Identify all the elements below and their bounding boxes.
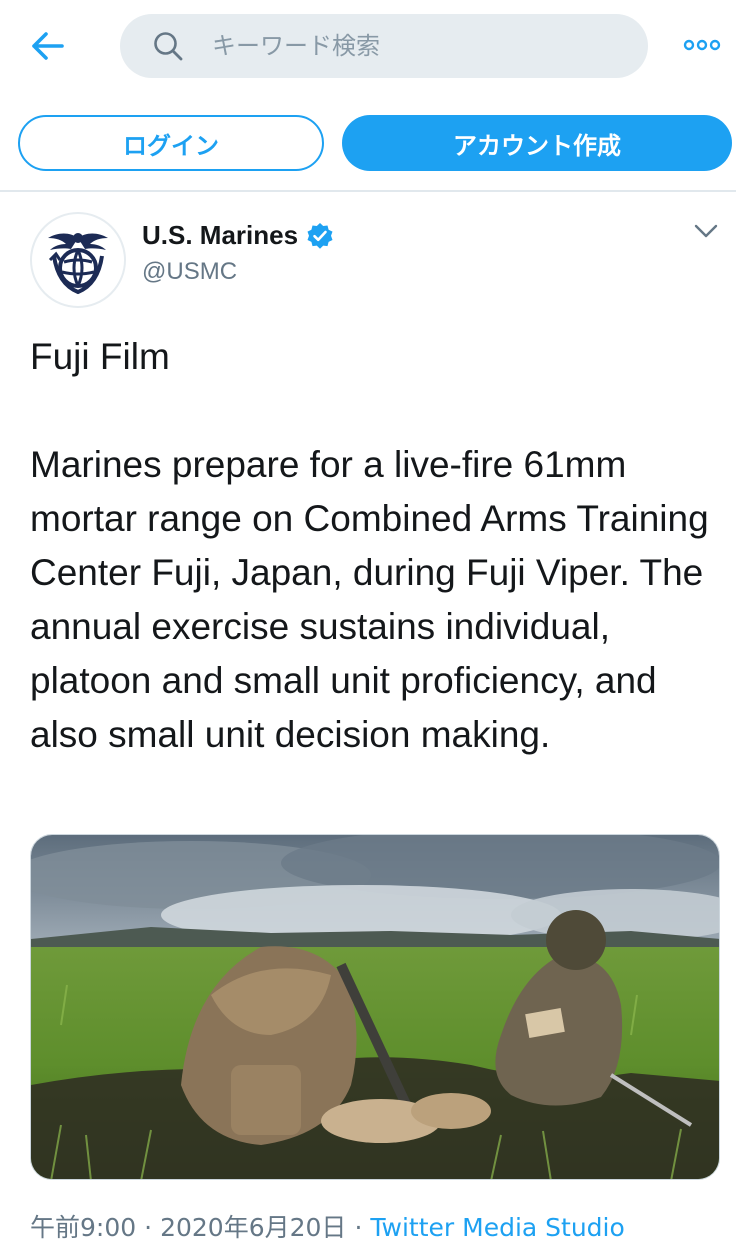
user-handle[interactable]: @USMC: [142, 258, 237, 286]
meta-separator-2: ·: [354, 1213, 363, 1242]
display-name[interactable]: U.S. Marines: [142, 220, 334, 251]
tweet-text: Fuji Film Marines prepare for a live-fir…: [30, 336, 709, 755]
auth-buttons: ログイン アカウント作成: [0, 100, 736, 192]
display-name-text: U.S. Marines: [142, 220, 299, 250]
photo-marines-field: [31, 835, 719, 1179]
back-arrow-icon: [32, 32, 64, 60]
tweet-date[interactable]: 2020年6月20日: [160, 1213, 346, 1242]
top-bar: [0, 0, 736, 100]
more-icon: [683, 39, 721, 51]
tweet-header: U.S. Marines @USMC: [0, 194, 736, 314]
tweet-source-link[interactable]: Twitter Media Studio: [370, 1213, 624, 1242]
marine-corps-emblem-icon: [48, 233, 108, 295]
search-bar[interactable]: [120, 14, 648, 78]
search-input[interactable]: [212, 32, 612, 60]
chevron-down-icon: [694, 224, 718, 238]
tweet-meta: 午前9:00 · 2020年6月20日 · Twitter Media Studio: [30, 1208, 625, 1244]
search-icon: [150, 28, 186, 64]
verified-badge-icon: [306, 222, 334, 250]
avatar[interactable]: [30, 212, 126, 308]
tweet-menu-button[interactable]: [690, 218, 722, 244]
tweet-time[interactable]: 午前9:00: [30, 1213, 136, 1242]
back-button[interactable]: [24, 24, 72, 68]
meta-separator: ·: [144, 1213, 153, 1242]
more-button[interactable]: [680, 30, 724, 60]
login-button[interactable]: ログイン: [18, 115, 324, 171]
signup-button[interactable]: アカウント作成: [342, 115, 732, 171]
tweet-photo[interactable]: [30, 834, 720, 1180]
